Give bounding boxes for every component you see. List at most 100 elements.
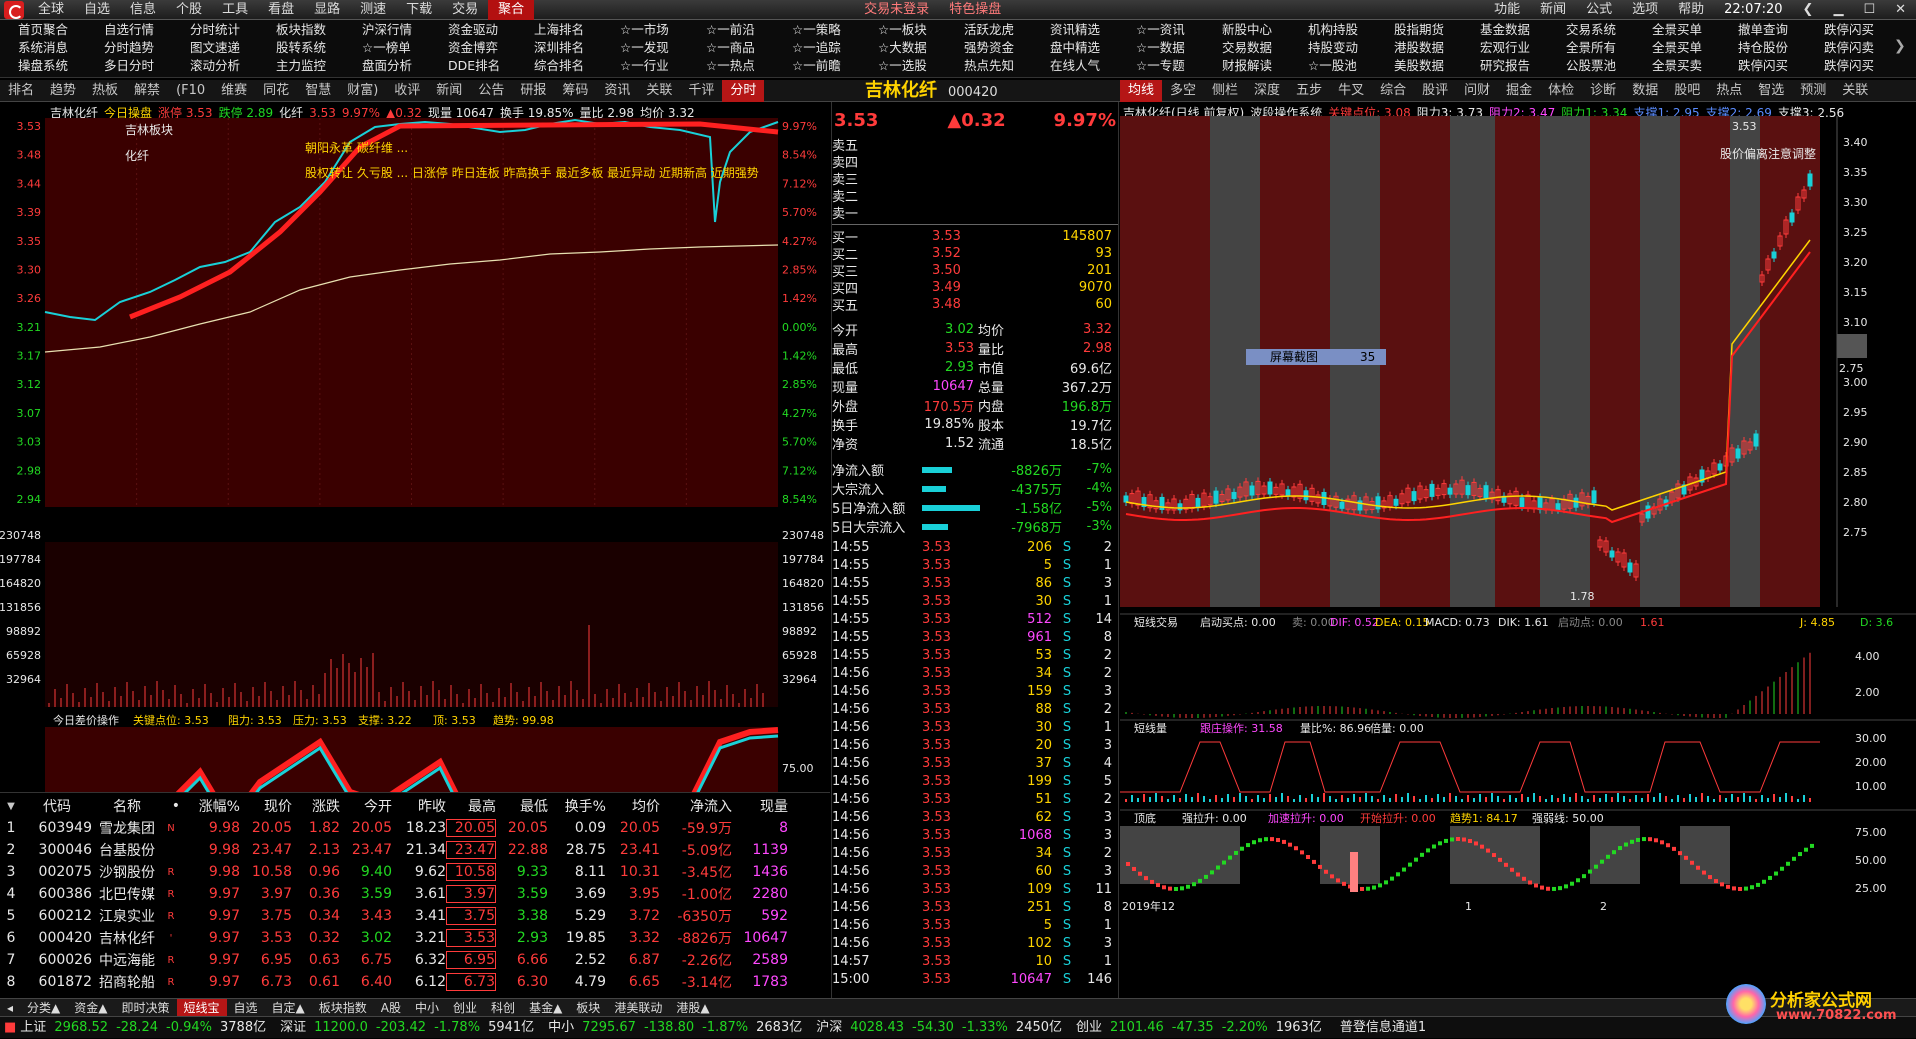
- shortcut-14-1[interactable]: 交易数据: [1222, 39, 1272, 57]
- shortcut-21-2[interactable]: 跌停闪买: [1824, 57, 1874, 75]
- bottom-tab-7[interactable]: A股: [374, 999, 408, 1017]
- watch-col-12[interactable]: 净流入: [660, 796, 732, 816]
- back-icon[interactable]: ❮: [1793, 0, 1824, 20]
- menu-right-1[interactable]: 新闻: [1530, 0, 1576, 20]
- shortcut-8-1[interactable]: ☆一商品: [706, 39, 755, 57]
- tab-17[interactable]: 分时: [722, 80, 765, 102]
- watch-col-2[interactable]: •: [162, 798, 180, 814]
- bottom-tab-9[interactable]: 创业: [446, 999, 484, 1017]
- shortcut-16-0[interactable]: 股指期货: [1394, 21, 1444, 39]
- shortcut-21-1[interactable]: 跌停闪卖: [1824, 39, 1874, 57]
- watch-col-11[interactable]: 均价: [606, 796, 660, 816]
- shortcut-16-2[interactable]: 美股数据: [1394, 57, 1444, 75]
- menu-item-4[interactable]: 工具: [212, 0, 258, 20]
- shortcut-18-1[interactable]: 全景所有: [1566, 39, 1616, 57]
- watch-col-6[interactable]: 今开: [340, 796, 392, 816]
- watch-col-10[interactable]: 换手%: [548, 796, 606, 816]
- bottom-tab-12[interactable]: 板块: [569, 999, 607, 1017]
- menu-item-9[interactable]: 交易: [442, 0, 488, 20]
- shortcut-4-2[interactable]: 盘面分析: [362, 57, 412, 75]
- shortcut-8-0[interactable]: ☆一前沿: [706, 21, 755, 39]
- shortcut-2-2[interactable]: 滚动分析: [190, 57, 240, 75]
- watch-row[interactable]: 6 000420 吉林化纤 ' 9.97 3.53 0.32 3.02 3.21 3.53 2.93…: [0, 927, 820, 949]
- watch-col-1[interactable]: 名称: [92, 796, 162, 816]
- tab-right-10[interactable]: 体检: [1540, 80, 1582, 102]
- shortcut-3-0[interactable]: 板块指数: [276, 21, 326, 39]
- bottom-tab-13[interactable]: 港美联动: [607, 999, 669, 1017]
- shortcut-9-0[interactable]: ☆一策略: [792, 21, 841, 39]
- shortcut-0-0[interactable]: 首页聚合: [18, 21, 68, 39]
- menu-item-2[interactable]: 信息: [120, 0, 166, 20]
- tab-right-2[interactable]: 侧栏: [1204, 80, 1246, 102]
- tab-right-7[interactable]: 股评: [1414, 80, 1456, 102]
- watch-row[interactable]: 1 603949 雪龙集团 N 9.98 20.05 1.82 20.05 18.23 20.05…: [0, 817, 820, 839]
- watch-row[interactable]: 3 002075 沙钢股份 R 9.98 10.58 0.96 9.40 9.62 10.58 9.…: [0, 861, 820, 883]
- shortcut-20-0[interactable]: 撤单查询: [1738, 21, 1788, 39]
- watch-row[interactable]: 4 600386 北巴传媒 R 9.97 3.97 0.36 3.59 3.61 3.97 3.59…: [0, 883, 820, 905]
- shortcut-13-0[interactable]: ☆一资讯: [1136, 21, 1185, 39]
- tab-right-4[interactable]: 五步: [1288, 80, 1330, 102]
- bottom-tab-3[interactable]: 短线宝: [176, 998, 227, 1017]
- shortcut-12-2[interactable]: 在线人气: [1050, 57, 1100, 75]
- tab-0[interactable]: 排名: [0, 80, 42, 102]
- tab-16[interactable]: 千评: [680, 80, 722, 102]
- watch-row[interactable]: 2 300046 台基股份 9.98 23.47 2.13 23.47 21.34 23.47 2…: [0, 839, 820, 861]
- watch-col-9[interactable]: 最低: [496, 796, 548, 816]
- tab-right-9[interactable]: 掘金: [1498, 80, 1540, 102]
- restore-icon[interactable]: ☐: [1853, 0, 1885, 20]
- tab-right-6[interactable]: 综合: [1372, 80, 1414, 102]
- tab-right-16[interactable]: 预测: [1792, 80, 1834, 102]
- shortcut-0-2[interactable]: 操盘系统: [18, 57, 68, 75]
- shortcut-3-1[interactable]: 股转系统: [276, 39, 326, 57]
- shortcut-13-1[interactable]: ☆一数据: [1136, 39, 1185, 57]
- tab-right-11[interactable]: 诊断: [1582, 80, 1624, 102]
- shortcut-12-0[interactable]: 资讯精选: [1050, 21, 1100, 39]
- tab-right-0[interactable]: 均线: [1120, 80, 1163, 102]
- tab-10[interactable]: 新闻: [428, 80, 470, 102]
- shortcut-5-0[interactable]: 资金驱动: [448, 21, 498, 39]
- close-icon[interactable]: ✕: [1885, 0, 1916, 20]
- tab-2[interactable]: 热板: [84, 80, 126, 102]
- tab-6[interactable]: 同花: [255, 80, 297, 102]
- shortcut-9-2[interactable]: ☆一前瞻: [792, 57, 841, 75]
- shortcut-11-1[interactable]: 强势资金: [964, 39, 1014, 57]
- shortcut-20-1[interactable]: 持仓股份: [1738, 39, 1788, 57]
- tab-11[interactable]: 公告: [470, 80, 512, 102]
- tab-right-14[interactable]: 热点: [1708, 80, 1750, 102]
- shortcut-2-0[interactable]: 分时统计: [190, 21, 240, 39]
- menu-item-7[interactable]: 测速: [350, 0, 396, 20]
- collapse-grid-icon[interactable]: ❯: [1894, 38, 1906, 54]
- watch-col-13[interactable]: 现量: [732, 796, 788, 816]
- menu-item-6[interactable]: 显路: [304, 0, 350, 20]
- shortcut-7-2[interactable]: ☆一行业: [620, 57, 669, 75]
- shortcut-11-2[interactable]: 热点先知: [964, 57, 1014, 75]
- intraday-chart[interactable]: 3.53 3.48 3.44 3.39 3.35 3.30 3.26 3.21 3.17 3.12…: [0, 102, 830, 896]
- bottom-tab-14[interactable]: 港股▲: [669, 999, 716, 1017]
- shortcut-14-2[interactable]: 财报解读: [1222, 57, 1272, 75]
- minimize-icon[interactable]: ▁: [1823, 0, 1853, 20]
- bottom-tab-0[interactable]: 分类▲: [20, 999, 67, 1017]
- login-notice[interactable]: 交易未登录: [854, 0, 939, 20]
- kline-chart[interactable]: 3.403.353.303.253.203.153.103.053.002.95…: [1120, 102, 1916, 998]
- shortcut-18-0[interactable]: 交易系统: [1566, 21, 1616, 39]
- shortcut-10-1[interactable]: ☆大数据: [878, 39, 927, 57]
- shortcut-1-1[interactable]: 分时趋势: [104, 39, 154, 57]
- bottom-tab-1[interactable]: 资金▲: [67, 999, 114, 1017]
- tab-1[interactable]: 趋势: [42, 80, 84, 102]
- shortcut-17-2[interactable]: 研究报告: [1480, 57, 1530, 75]
- watch-col-0[interactable]: 代码: [22, 796, 92, 816]
- shortcut-15-2[interactable]: ☆一股池: [1308, 57, 1357, 75]
- shortcut-5-1[interactable]: 资金博弈: [448, 39, 498, 57]
- tab-8[interactable]: 财富): [339, 80, 386, 102]
- tab-7[interactable]: 智慧: [297, 80, 339, 102]
- tab-right-17[interactable]: 关联: [1834, 80, 1876, 102]
- tab-right-5[interactable]: 牛叉: [1330, 80, 1372, 102]
- tab-9[interactable]: 收评: [386, 80, 428, 102]
- watch-row[interactable]: 7 600026 中远海能 R 9.97 6.95 0.63 6.75 6.32 6.95 6.66…: [0, 949, 820, 971]
- shortcut-18-2[interactable]: 公股票池: [1566, 57, 1616, 75]
- special-notice[interactable]: 特色操盘: [939, 0, 1011, 20]
- shortcut-7-1[interactable]: ☆一发现: [620, 39, 669, 57]
- watch-col-8[interactable]: 最高: [446, 796, 496, 816]
- shortcut-7-0[interactable]: ☆一市场: [620, 21, 669, 39]
- shortcut-1-2[interactable]: 多日分时: [104, 57, 154, 75]
